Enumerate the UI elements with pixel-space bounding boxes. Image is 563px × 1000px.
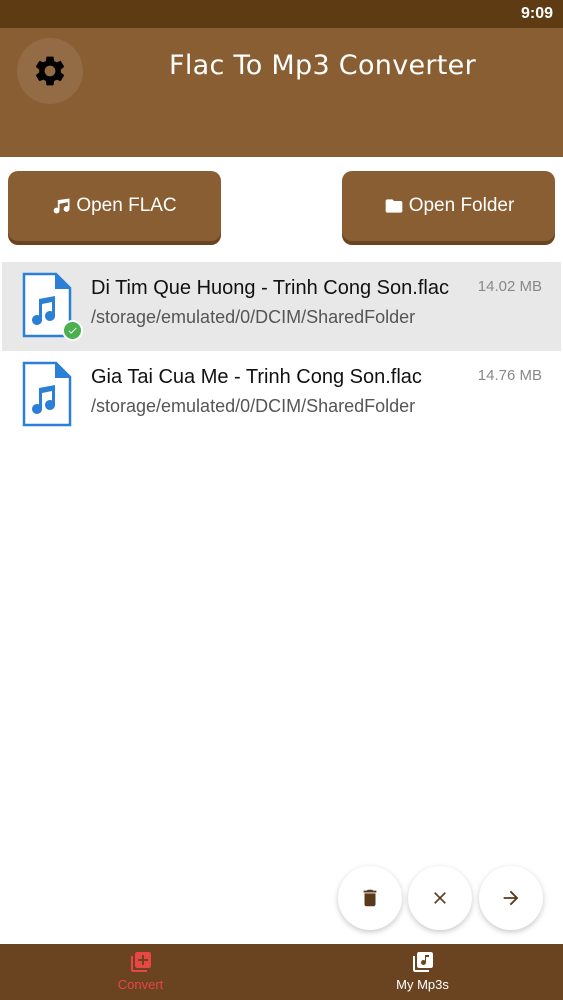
file-size: 14.02 MB xyxy=(477,278,542,295)
status-bar: 9:09 xyxy=(0,0,563,28)
open-flac-label: Open FLAC xyxy=(76,195,177,216)
music-note-icon xyxy=(53,198,70,214)
open-folder-label: Open Folder xyxy=(408,195,515,216)
next-button[interactable] xyxy=(479,866,543,930)
delete-button[interactable] xyxy=(338,866,402,930)
audio-file-icon xyxy=(22,361,72,427)
open-folder-button[interactable]: Open Folder xyxy=(342,171,555,241)
app-header: Flac To Mp3 Converter xyxy=(0,28,563,157)
settings-button[interactable] xyxy=(17,38,83,104)
file-list-item[interactable]: Di Tim Que Huong - Trinh Cong Son.flac /… xyxy=(2,262,561,351)
file-path: /storage/emulated/0/DCIM/SharedFolder xyxy=(91,307,416,327)
file-size: 14.76 MB xyxy=(477,367,542,384)
selected-check-icon xyxy=(62,320,83,341)
trash-icon xyxy=(363,889,377,907)
bottom-navigation: Convert My Mp3s xyxy=(0,944,563,1000)
file-name: Di Tim Que Huong - Trinh Cong Son.flac xyxy=(91,277,449,299)
gear-icon xyxy=(35,56,65,86)
file-path: /storage/emulated/0/DCIM/SharedFolder xyxy=(91,396,416,416)
clear-button[interactable] xyxy=(408,866,472,930)
open-flac-button[interactable]: Open FLAC xyxy=(8,171,221,241)
folder-icon xyxy=(385,199,403,213)
status-time: 9:09 xyxy=(520,5,553,22)
app-title: Flac To Mp3 Converter xyxy=(169,50,476,81)
nav-my-mp3s-label: My Mp3s xyxy=(396,977,449,992)
close-icon xyxy=(434,892,446,904)
nav-convert-label: Convert xyxy=(117,977,164,992)
add-library-icon xyxy=(130,952,151,972)
file-list-item[interactable]: Gia Tai Cua Me - Trinh Cong Son.flac /st… xyxy=(2,351,561,440)
file-name: Gia Tai Cua Me - Trinh Cong Son.flac xyxy=(91,366,422,388)
nav-my-mp3s[interactable]: My Mp3s xyxy=(282,944,563,1000)
music-library-icon xyxy=(412,952,433,972)
nav-convert[interactable]: Convert xyxy=(0,944,281,1000)
arrow-right-icon xyxy=(503,890,519,906)
